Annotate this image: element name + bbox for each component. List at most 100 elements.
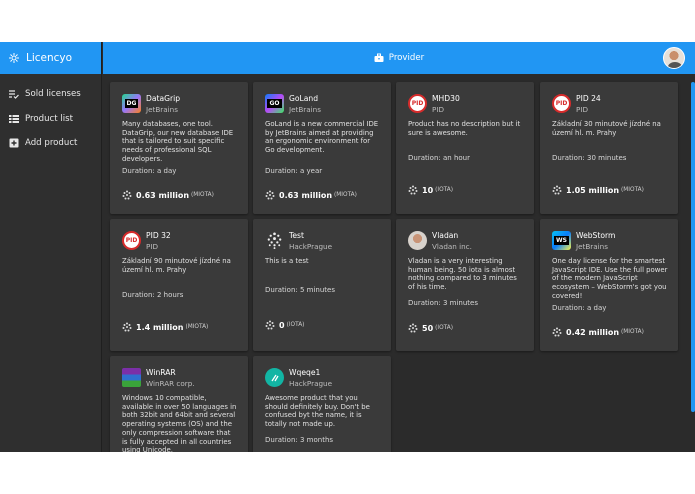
price-value: 0.63 million <box>279 190 333 200</box>
product-price: 1.05 million (MIOTA) <box>552 185 644 195</box>
price-unit: (MIOTA) <box>191 192 214 198</box>
product-description: Windows 10 compatible, available in over… <box>122 394 237 452</box>
datagrip-logo-icon: DG <box>122 94 141 113</box>
product-vendor: WinRAR corp. <box>146 379 195 388</box>
product-vendor: JetBrains <box>289 105 321 114</box>
app-screen: Licencyo Sold licenses Product list Add … <box>0 42 695 452</box>
product-card-vladan[interactable]: Vladan Vladan inc. Vladan is a very inter… <box>396 219 534 351</box>
product-vendor: PID <box>146 242 158 251</box>
licencyo-logo-icon <box>8 52 20 64</box>
product-card-webstorm[interactable]: WS WebStorm JetBrains One day license for… <box>540 219 678 351</box>
product-vendor: HackPrague <box>289 242 333 251</box>
product-description: Product has no description but it sure i… <box>408 120 521 137</box>
price-unit: (MIOTA) <box>621 329 644 335</box>
price-value: 1.4 million <box>136 322 184 332</box>
page-title: Provider <box>388 53 425 63</box>
iota-icon <box>552 185 562 195</box>
briefcase-icon <box>374 53 384 63</box>
product-name: GoLand <box>289 94 319 103</box>
product-description: This is a test <box>265 257 309 265</box>
user-avatar[interactable] <box>663 47 685 69</box>
product-card-test[interactable]: Test HackPrague This is a test Duration: … <box>253 219 391 351</box>
price-value: 1.05 million <box>566 185 620 195</box>
iota-icon <box>408 323 418 333</box>
product-name: PID 32 <box>146 231 171 240</box>
product-card-wqeqe1[interactable]: Wqeqe1 HackPrague Awesome product that yo… <box>253 356 391 452</box>
product-description: Awesome product that you should definite… <box>265 394 370 429</box>
product-list-icon <box>9 114 19 124</box>
product-description: Many databases, one tool. DataGrip, our … <box>122 120 234 163</box>
product-vendor: PID <box>576 105 588 114</box>
product-duration: Duration: 2 hours <box>122 291 184 299</box>
product-description: Základní 30 minutové jízdné na území hl.… <box>552 120 661 137</box>
product-duration: Duration: 5 minutes <box>265 286 335 294</box>
product-card-winrar[interactable]: WinRAR WinRAR corp. Windows 10 compatible… <box>110 356 248 452</box>
product-vendor: JetBrains <box>576 242 608 251</box>
price-unit: (IOTA) <box>435 325 453 331</box>
iota-icon <box>552 327 562 337</box>
product-card-pid24[interactable]: PID PID 24 PID Základní 30 minutové jízdn… <box>540 82 678 214</box>
webstorm-logo-icon: WS <box>552 231 571 250</box>
sidebar-item-label: Product list <box>25 113 73 124</box>
product-name: Vladan <box>432 231 459 240</box>
product-name: DataGrip <box>146 94 181 103</box>
product-description: GoLand is a new commercial IDE by JetBra… <box>265 120 379 155</box>
sidebar-item-add-product[interactable]: Add product <box>0 131 101 156</box>
product-duration: Duration: 30 minutes <box>552 154 627 162</box>
price-unit: (IOTA) <box>435 187 453 193</box>
product-name: Test <box>289 231 304 240</box>
product-duration: Duration: a year <box>265 167 323 175</box>
sidebar: Licencyo Sold licenses Product list Add … <box>0 42 102 452</box>
pid-logo-icon: PID <box>552 94 571 113</box>
price-value: 0 <box>279 320 285 330</box>
sidebar-item-label: Sold licenses <box>25 89 81 100</box>
product-name: WinRAR <box>146 368 176 377</box>
sidebar-nav: Sold licenses Product list Add product <box>0 74 101 156</box>
pid-logo-icon: PID <box>408 94 427 113</box>
price-unit: (MIOTA) <box>621 187 644 193</box>
price-unit: (IOTA) <box>286 322 305 328</box>
iota-icon <box>265 190 275 200</box>
top-bar: Provider <box>103 42 695 74</box>
product-price: 1.4 million (MIOTA) <box>122 322 208 332</box>
product-vendor: JetBrains <box>146 105 178 114</box>
iota-icon <box>265 320 275 330</box>
goland-logo-icon: GO <box>265 94 284 113</box>
price-unit: (MIOTA) <box>185 324 209 330</box>
product-description: Základní 90 minutové jízdné na území hl.… <box>122 257 231 274</box>
add-product-icon <box>9 138 19 148</box>
iota-icon <box>408 185 418 195</box>
product-name: MHD30 <box>432 94 460 103</box>
sidebar-item-sold-licenses[interactable]: Sold licenses <box>0 82 101 107</box>
sold-licenses-icon <box>9 89 19 100</box>
product-card-goland[interactable]: GO GoLand JetBrains GoLand is a new comme… <box>253 82 391 214</box>
price-value: 50 <box>422 323 434 333</box>
iota-logo-icon <box>265 231 284 250</box>
product-vendor: Vladan inc. <box>432 242 472 251</box>
product-price: 10 (IOTA) <box>408 185 453 195</box>
product-name: PID 24 <box>576 94 601 103</box>
product-vendor: HackPrague <box>289 379 333 388</box>
product-price: 0 (IOTA) <box>265 320 304 330</box>
brand[interactable]: Licencyo <box>0 42 101 74</box>
product-duration: Duration: 3 minutes <box>408 299 478 307</box>
sidebar-item-product-list[interactable]: Product list <box>0 107 101 132</box>
product-duration: Duration: 3 months <box>265 436 334 444</box>
product-description: Vladan is a very interesting human being… <box>408 257 517 292</box>
price-value: 0.42 million <box>566 327 620 337</box>
product-card-pid32[interactable]: PID PID 32 PID Základní 90 minutové jízdn… <box>110 219 248 351</box>
sidebar-item-label: Add product <box>25 138 78 149</box>
hackprague-logo-icon <box>265 368 284 387</box>
person-avatar-icon <box>408 231 427 250</box>
scrollbar[interactable] <box>691 82 695 412</box>
product-name: WebStorm <box>576 231 616 240</box>
pid-logo-icon: PID <box>122 231 141 250</box>
product-card-datagrip[interactable]: DG DataGrip JetBrains Many databases, one… <box>110 82 248 214</box>
app-title: Licencyo <box>26 52 73 64</box>
product-duration: Duration: an hour <box>408 154 470 162</box>
product-card-mhd30[interactable]: PID MHD30 PID Product has no description … <box>396 82 534 214</box>
iota-icon <box>122 322 132 332</box>
product-price: 0.63 million (MIOTA) <box>265 190 357 200</box>
product-duration: Duration: a day <box>552 304 607 312</box>
product-duration: Duration: a day <box>122 167 177 175</box>
